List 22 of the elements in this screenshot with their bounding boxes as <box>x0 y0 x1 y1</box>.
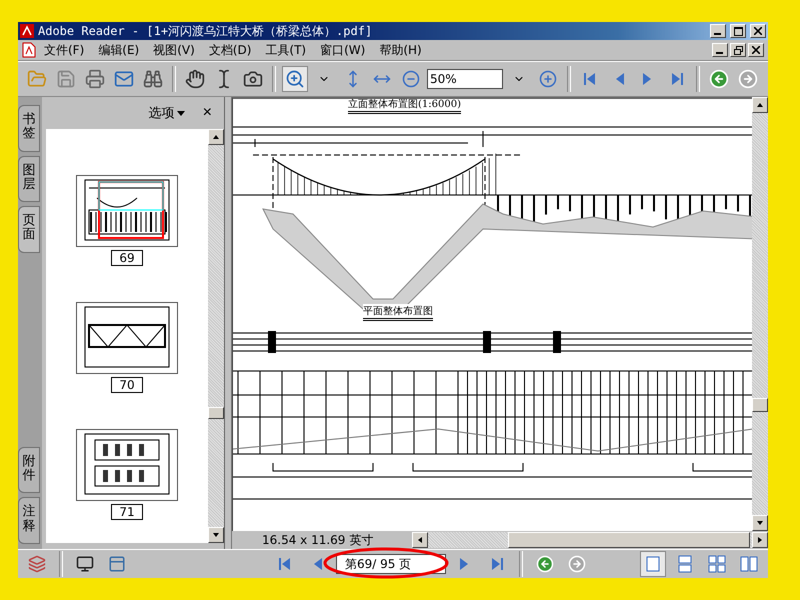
menu-item[interactable]: 编辑(E) <box>92 42 146 58</box>
menu-item[interactable]: 窗口(W) <box>314 42 372 58</box>
zoom-field[interactable]: 50% <box>427 69 503 89</box>
menu-item[interactable]: 文档(D) <box>202 42 258 58</box>
side-tab[interactable]: 图层 <box>18 156 40 202</box>
side-tab[interactable]: 书签 <box>18 105 40 152</box>
side-tab[interactable]: 页面 <box>18 206 40 253</box>
menu-item[interactable]: 工具(T) <box>259 42 312 58</box>
page-number-label: 70 <box>111 377 143 393</box>
menu-item[interactable]: 文件(F) <box>38 42 90 58</box>
page-size-label: 16.54 x 11.69 英寸 <box>261 532 374 548</box>
drawing-title: 平面整体布置图 <box>363 304 433 321</box>
options-button[interactable]: 选项 <box>148 104 185 122</box>
page-number-label: 71 <box>111 504 143 520</box>
close-panel-button[interactable]: × <box>202 104 212 122</box>
menu-item[interactable]: 帮助(H) <box>373 42 428 58</box>
page-number-field[interactable]: 第69/ 95 页 <box>336 554 446 574</box>
side-tab[interactable]: 注释 <box>18 497 40 544</box>
page-number-label: 69 <box>111 250 143 266</box>
window-title: Adobe Reader - [1+河闪渡乌江特大桥（桥梁总体）.pdf] <box>38 22 374 40</box>
menu-item[interactable]: 视图(V) <box>147 42 201 58</box>
side-tab[interactable]: 附件 <box>18 446 40 494</box>
